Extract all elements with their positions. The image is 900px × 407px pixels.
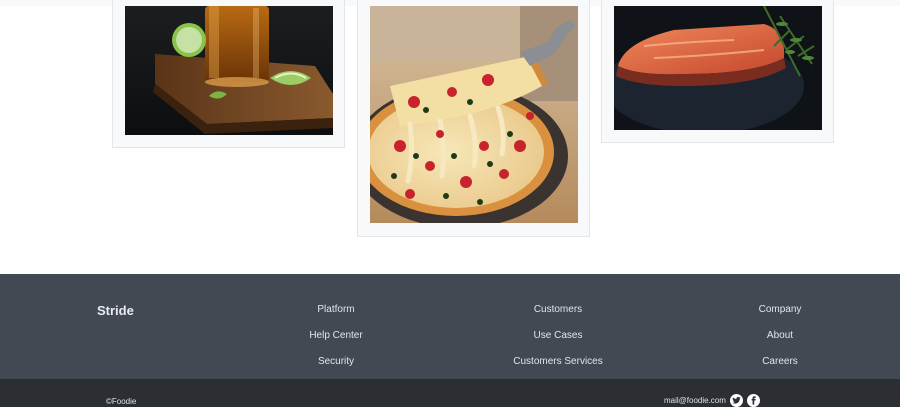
- salmon-photo: [614, 6, 822, 130]
- footer-main: Stride Platform Help Center Security Cus…: [0, 274, 900, 379]
- footer-column-3: Company About Careers: [680, 304, 880, 382]
- gallery-card-salmon[interactable]: [601, 0, 834, 143]
- copyright-text: ©Foodie: [106, 397, 137, 406]
- gallery-card-pizza[interactable]: [357, 0, 590, 237]
- footer-column-2: Customers Use Cases Customers Services: [458, 304, 658, 382]
- gallery-card-drink[interactable]: [112, 0, 345, 148]
- footer-link-company[interactable]: Company: [680, 304, 880, 330]
- footer-bottom-bar: ©Foodie mail@foodie.com: [0, 379, 900, 407]
- pizza-photo: [370, 6, 578, 223]
- footer-link-about[interactable]: About: [680, 330, 880, 356]
- footer-column-1: Platform Help Center Security: [236, 304, 436, 382]
- food-gallery: [0, 0, 900, 274]
- footer-link-customers[interactable]: Customers: [458, 304, 658, 330]
- twitter-icon[interactable]: [729, 393, 743, 407]
- footer-brand[interactable]: Stride: [97, 303, 134, 318]
- contact-email[interactable]: mail@foodie.com: [664, 396, 726, 405]
- facebook-icon[interactable]: [746, 393, 760, 407]
- drink-photo: [125, 6, 333, 135]
- footer-link-help-center[interactable]: Help Center: [236, 330, 436, 356]
- footer-link-use-cases[interactable]: Use Cases: [458, 330, 658, 356]
- footer-contact: mail@foodie.com: [664, 393, 760, 407]
- footer-link-platform[interactable]: Platform: [236, 304, 436, 330]
